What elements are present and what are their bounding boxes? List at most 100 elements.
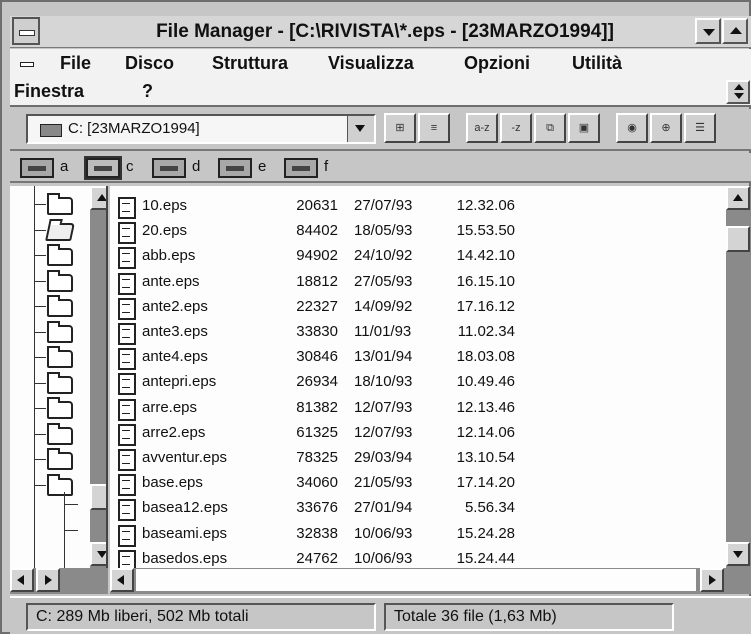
arrow-up-icon [97, 194, 106, 201]
file-date: 29/03/94 [354, 449, 413, 466]
drive-icon [94, 166, 112, 171]
menu-finestra[interactable]: Finestra [14, 81, 84, 102]
file-row[interactable]: basea12.eps 33676 27/01/94 5.56.34 [110, 496, 720, 522]
file-row[interactable]: 10.eps 20631 27/07/93 12.32.06 [110, 194, 720, 219]
file-row[interactable]: antepri.eps 26934 18/10/93 10.49.46 [110, 370, 720, 396]
tree-folder-item[interactable] [34, 192, 94, 218]
file-row[interactable]: ante.eps 18812 27/05/93 16.15.10 [110, 270, 720, 295]
drive-label[interactable]: d [192, 158, 200, 175]
tree-folder-item[interactable] [34, 422, 94, 448]
tree-horizontal-scrollbar[interactable] [10, 568, 108, 594]
tree-folder-item[interactable] [34, 320, 94, 346]
maximize-button[interactable] [722, 18, 748, 44]
drive-button-c[interactable] [84, 156, 122, 180]
document-control-menu-button[interactable] [18, 55, 36, 73]
file-row[interactable]: ante4.eps 30846 13/01/94 18.03.08 [110, 345, 720, 371]
file-row[interactable]: 20.eps 84402 18/05/93 15.53.50 [110, 219, 720, 245]
document-file-icon [118, 524, 136, 547]
toolbar-button-6[interactable]: ◉ [616, 113, 648, 143]
files-scroll-left-button[interactable] [110, 568, 134, 592]
menu-struttura[interactable]: Struttura [212, 53, 288, 74]
menu-file[interactable]: File [60, 53, 91, 74]
tree-folder-item[interactable] [34, 269, 94, 295]
toolbar-button-4[interactable]: ⧉ [534, 113, 566, 143]
drive-button-d[interactable] [152, 158, 186, 178]
file-list-panel[interactable]: 10.eps 20631 27/07/93 12.32.06 20.eps 84402 18… [110, 186, 726, 568]
file-name: ante.eps [142, 272, 200, 290]
tree-folder-item[interactable] [34, 447, 94, 473]
folder-icon [47, 448, 73, 470]
file-name: arre2.eps [142, 423, 206, 441]
file-row[interactable]: abb.eps 94902 24/10/92 14.42.10 [110, 244, 720, 270]
file-row[interactable]: avventur.eps 78325 29/03/94 13.10.54 [110, 446, 720, 471]
file-row[interactable]: arre2.eps 61325 12/07/93 12.14.06 [110, 421, 720, 446]
drive-select-value: C: [23MARZO1994] [68, 120, 200, 137]
file-row[interactable]: basedos.eps 24762 10/06/93 15.24.44 [110, 547, 720, 568]
file-row[interactable]: ante2.eps 22327 14/09/92 17.16.12 [110, 295, 720, 320]
tree-branch-line [34, 280, 46, 282]
drive-label[interactable]: f [324, 158, 328, 175]
files-scroll-down-button[interactable] [726, 542, 750, 566]
system-menu-button[interactable] [12, 17, 40, 45]
tree-folder-item[interactable] [34, 218, 94, 244]
menu-bar-second-row: Finestra ? [10, 79, 751, 107]
directory-only-view-icon: ≡ [430, 122, 438, 134]
drive-button-f[interactable] [284, 158, 318, 178]
drive-icon [28, 166, 46, 171]
minimize-button[interactable] [695, 18, 721, 44]
toolbar-button-3[interactable]: -z [500, 113, 532, 143]
file-row[interactable]: ante3.eps 33830 11/01/93 11.02.34 [110, 320, 720, 345]
selection-status: Totale 36 file (1,63 Mb) [384, 603, 674, 631]
menu-utilita[interactable]: Utilità [572, 53, 622, 74]
toolbar-button-0[interactable]: ⊞ [384, 113, 416, 143]
files-vertical-scrollbar[interactable] [726, 186, 751, 568]
files-scroll-up-button[interactable] [726, 186, 750, 210]
tree-scroll-right-button[interactable] [36, 568, 60, 592]
sort-by-type-icon: -z [511, 122, 521, 134]
tree-branch-line [34, 357, 46, 358]
toolbar-button-5[interactable]: ▣ [568, 113, 600, 143]
directory-tree-panel[interactable] [10, 186, 108, 568]
tree-folder-item[interactable] [34, 345, 94, 371]
tree-scroll-left-button[interactable] [10, 568, 34, 592]
file-date: 21/05/93 [354, 474, 413, 492]
file-row[interactable]: arre.eps 81382 12/07/93 12.13.46 [110, 396, 720, 421]
tree-folder-item[interactable] [34, 243, 94, 269]
toolbar-button-2[interactable]: a-z [466, 113, 498, 143]
files-scroll-right-button[interactable] [700, 568, 724, 592]
files-hscroll-track[interactable] [136, 569, 696, 591]
file-date: 18/05/93 [354, 222, 413, 240]
drive-select-combo[interactable]: C: [23MARZO1994] [26, 114, 376, 144]
file-size: 94902 [296, 247, 338, 265]
files-scroll-thumb[interactable] [726, 226, 750, 252]
file-row[interactable]: base.eps 34060 21/05/93 17.14.20 [110, 471, 720, 497]
drive-label[interactable]: e [258, 158, 266, 175]
file-row[interactable]: baseami.eps 32838 10/06/93 15.24.28 [110, 522, 720, 547]
drive-dropdown-button[interactable] [347, 116, 374, 142]
folder-icon [47, 473, 73, 496]
title-bar[interactable]: File Manager - [C:\RIVISTA\*.eps - [23MA… [10, 16, 751, 48]
file-date: 13/01/94 [354, 348, 413, 366]
toolbar-button-8[interactable]: ☰ [684, 113, 716, 143]
tree-folder-item[interactable] [34, 371, 94, 397]
folder-icon [47, 269, 73, 292]
tree-scroll-down-button[interactable] [90, 542, 106, 566]
tree-folder-item[interactable] [34, 294, 94, 320]
tree-branch-line [34, 408, 46, 409]
folder-icon [47, 397, 73, 419]
menu-opzioni[interactable]: Opzioni [464, 53, 530, 74]
menu-visualizza[interactable]: Visualizza [328, 53, 414, 74]
drive-icon [160, 166, 178, 171]
toolbar-button-7[interactable]: ⊕ [650, 113, 682, 143]
drive-label[interactable]: a [60, 158, 68, 175]
drive-button-a[interactable] [20, 158, 54, 178]
document-restore-button[interactable] [726, 80, 750, 104]
drive-label[interactable]: c [126, 158, 134, 175]
share-as-icon: ☰ [695, 122, 705, 134]
toolbar-button-1[interactable]: ≡ [418, 113, 450, 143]
menu-help[interactable]: ? [142, 81, 153, 102]
drive-button-e[interactable] [218, 158, 252, 178]
menu-disco[interactable]: Disco [125, 53, 174, 74]
files-horizontal-scrollbar[interactable] [110, 568, 751, 594]
tree-folder-item[interactable] [34, 396, 94, 422]
